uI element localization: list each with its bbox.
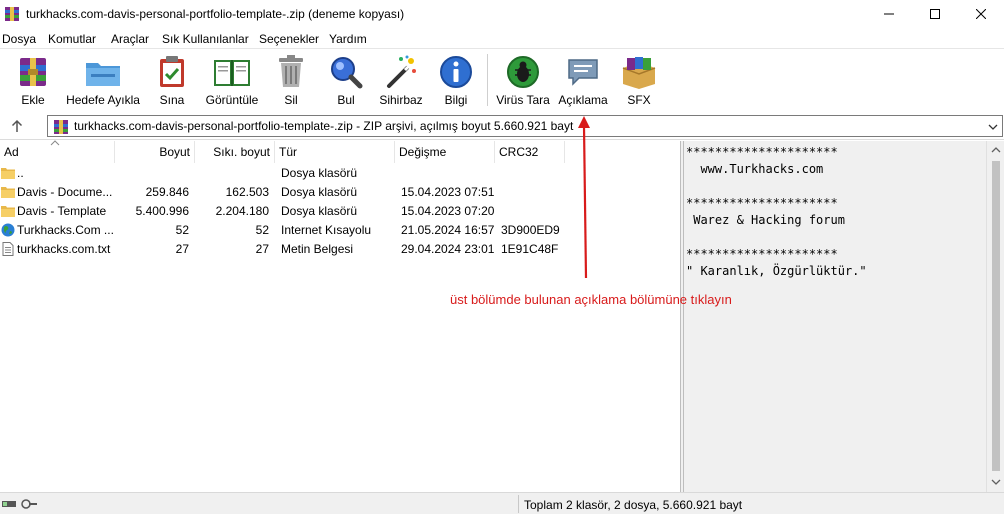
column-header-type[interactable]: Tür	[275, 141, 395, 163]
up-folder-button[interactable]	[8, 117, 26, 135]
extract-to-label: Hedefe Ayıkla	[66, 93, 140, 107]
wizard-label: Sihirbaz	[379, 93, 423, 107]
add-archive-icon	[20, 58, 46, 86]
comment-scrollbar[interactable]	[986, 141, 1004, 492]
arrow-up-icon	[11, 119, 23, 132]
address-bar: turkhacks.com-davis-personal-portfolio-t…	[0, 112, 1004, 140]
menu-dosya[interactable]: Dosya	[2, 32, 36, 46]
globe-icon	[1, 223, 15, 237]
menu-bar: Dosya Komutlar Araçlar Sık Kullanılanlar…	[0, 28, 1004, 48]
find-button[interactable]: Bul	[326, 53, 366, 111]
status-text: Toplam 2 klasör, 2 dosya, 5.660.921 bayt	[524, 498, 743, 512]
toolbar: Ekle Hedefe Ayıkla Sına Görüntüle Sil Bu…	[0, 48, 1004, 112]
text-file-icon	[2, 242, 14, 256]
comment-line: Warez & Hacking forum	[686, 213, 845, 227]
folder-icon	[1, 168, 15, 179]
find-label: Bul	[337, 93, 355, 107]
toolbar-separator	[487, 54, 488, 106]
sfx-button[interactable]: SFX	[618, 53, 660, 111]
address-field[interactable]: turkhacks.com-davis-personal-portfolio-t…	[47, 115, 1003, 137]
comment-label: Açıklama	[558, 93, 608, 107]
magic-wand-icon	[387, 55, 416, 88]
status-bar: Toplam 2 klasör, 2 dosya, 5.660.921 bayt	[0, 492, 1004, 514]
menu-secenekler[interactable]: Seçenekler	[259, 32, 319, 46]
column-header-size[interactable]: Boyut	[115, 141, 195, 163]
trash-icon	[279, 55, 303, 87]
minimize-button[interactable]	[866, 0, 912, 28]
info-label: Bilgi	[444, 93, 468, 107]
delete-button[interactable]: Sil	[272, 53, 310, 111]
sfx-label: SFX	[627, 93, 651, 107]
wizard-button[interactable]: Sihirbaz	[378, 53, 424, 111]
maximize-icon	[930, 9, 940, 19]
zip-archive-icon	[54, 120, 68, 134]
test-button[interactable]: Sına	[152, 53, 192, 111]
view-button[interactable]: Görüntüle	[202, 53, 262, 111]
column-header-name[interactable]: Ad	[0, 140, 115, 163]
delete-label: Sil	[284, 93, 298, 107]
extract-to-button[interactable]: Hedefe Ayıkla	[64, 53, 142, 111]
add-button[interactable]: Ekle	[12, 53, 54, 111]
book-view-icon	[214, 60, 250, 86]
comment-pane: ********************* www.Turkhacks.com …	[684, 141, 986, 492]
virus-scan-label: Virüs Tara	[496, 93, 550, 107]
menu-komutlar[interactable]: Komutlar	[48, 32, 96, 46]
folder-icon	[1, 206, 15, 217]
speech-bubble-icon	[568, 59, 598, 86]
bug-icon	[507, 56, 539, 88]
comment-line: *********************	[686, 196, 838, 210]
comment-line	[686, 229, 986, 246]
virus-scan-button[interactable]: Virüs Tara	[496, 53, 550, 111]
drive-key-icon[interactable]	[2, 498, 38, 510]
close-icon	[976, 9, 986, 19]
view-label: Görüntüle	[205, 93, 259, 107]
winrar-app-icon	[5, 7, 19, 21]
comment-line: *********************	[686, 247, 838, 261]
annotation-text: üst bölümde bulunan açıklama bölümüne tı…	[450, 292, 732, 307]
maximize-button[interactable]	[912, 0, 958, 28]
close-button[interactable]	[958, 0, 1004, 28]
folder-extract-icon	[86, 63, 120, 86]
annotation-arrow	[578, 116, 590, 279]
menu-araclar[interactable]: Araçlar	[111, 32, 149, 46]
folder-icon	[1, 187, 15, 198]
scroll-down-icon[interactable]	[991, 478, 1001, 486]
scroll-up-icon[interactable]	[991, 146, 1001, 154]
comment-button[interactable]: Açıklama	[556, 53, 610, 111]
add-label: Ekle	[21, 93, 45, 107]
address-text: turkhacks.com-davis-personal-portfolio-t…	[74, 119, 574, 133]
menu-sik-kullanilanlar[interactable]: Sık Kullanılanlar	[162, 32, 249, 46]
clipboard-check-icon	[160, 56, 184, 87]
magnifier-icon	[331, 57, 363, 89]
column-header-crc[interactable]: CRC32	[495, 141, 565, 163]
sort-up-icon	[50, 140, 60, 146]
test-label: Sına	[159, 93, 185, 107]
sfx-box-icon	[622, 57, 656, 89]
chevron-down-icon[interactable]	[988, 122, 998, 132]
status-divider	[518, 495, 519, 513]
window-title: turkhacks.com-davis-personal-portfolio-t…	[26, 7, 405, 21]
comment-line: *********************	[686, 145, 838, 159]
column-header-modified[interactable]: Değişme	[395, 141, 495, 163]
comment-line	[686, 178, 986, 195]
comment-line: " Karanlık, Özgürlüktür."	[686, 264, 867, 278]
minimize-icon	[884, 13, 894, 15]
scrollbar-thumb[interactable]	[992, 161, 1000, 471]
comment-line: www.Turkhacks.com	[686, 162, 824, 176]
info-button[interactable]: Bilgi	[436, 53, 476, 111]
title-bar: turkhacks.com-davis-personal-portfolio-t…	[0, 0, 1004, 28]
info-icon	[440, 56, 472, 88]
column-header-packed[interactable]: Sıkı. boyut	[195, 141, 275, 163]
menu-yardim[interactable]: Yardım	[329, 32, 367, 46]
